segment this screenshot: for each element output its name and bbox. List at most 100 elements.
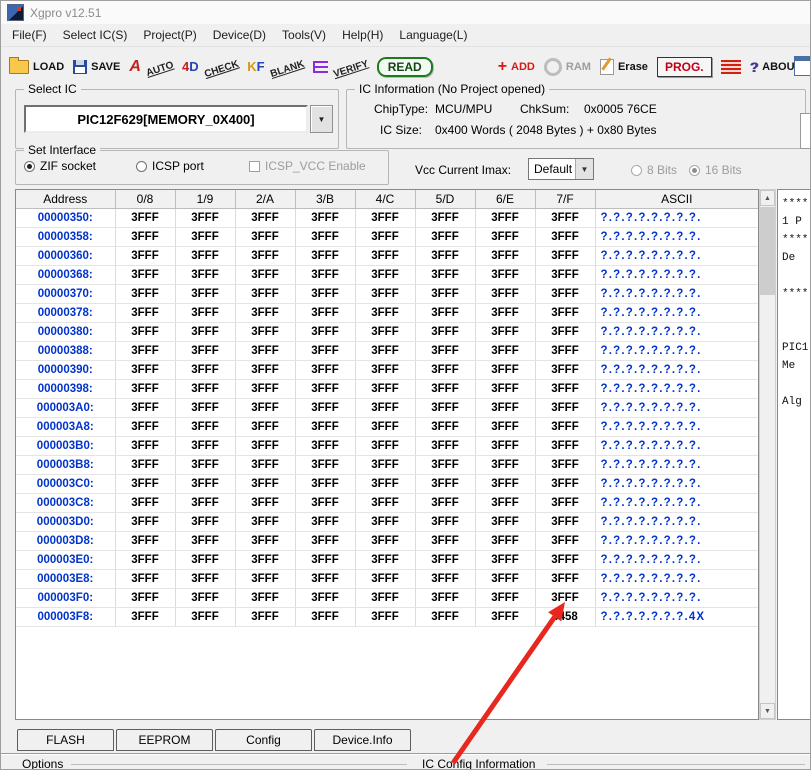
hex-col-header[interactable]: 7/F [535,190,595,209]
data-cell[interactable]: 3FFF [535,323,595,342]
ascii-cell[interactable]: ?.?.?.?.?.?.?.4X [595,608,758,627]
data-cell[interactable]: 3FFF [235,247,295,266]
bits-16-radio[interactable]: 16 Bits [689,163,742,177]
data-cell[interactable]: 3FFF [295,209,355,228]
data-cell[interactable]: 3FFF [535,285,595,304]
vcc-current-select[interactable]: Default ▼ [528,158,594,180]
address-cell[interactable]: 00000380: [16,323,115,342]
data-cell[interactable]: 3FFF [235,532,295,551]
data-cell[interactable]: 3FFF [235,266,295,285]
data-cell[interactable]: 3FFF [235,513,295,532]
data-cell[interactable]: 3FFF [415,456,475,475]
data-cell[interactable]: 3FFF [475,342,535,361]
address-cell[interactable]: 000003B0: [16,437,115,456]
data-cell[interactable]: 3FFF [115,532,175,551]
data-cell[interactable]: 3FFF [295,608,355,627]
data-cell[interactable]: 3FFF [175,608,235,627]
tab-flash[interactable]: FLASH [17,729,114,751]
data-cell[interactable]: 3FFF [295,399,355,418]
data-cell[interactable]: 3458 [535,608,595,627]
address-cell[interactable]: 000003C0: [16,475,115,494]
vcc-dropdown-button[interactable]: ▼ [575,159,593,179]
data-cell[interactable]: 3FFF [175,475,235,494]
data-cell[interactable]: 3FFF [355,589,415,608]
data-cell[interactable]: 3FFF [175,323,235,342]
read-button[interactable]: READ [377,57,433,77]
prog-button[interactable]: PROG. [657,57,712,77]
data-cell[interactable]: 3FFF [415,532,475,551]
data-cell[interactable]: 3FFF [175,209,235,228]
data-cell[interactable]: 3FFF [295,266,355,285]
ic-combo-dropdown-button[interactable]: ▼ [310,105,333,133]
icsp-vcc-enable-checkbox[interactable]: ICSP_VCC Enable [249,159,366,173]
data-cell[interactable]: 3FFF [235,456,295,475]
data-cell[interactable]: 3FFF [175,266,235,285]
data-cell[interactable]: 3FFF [475,418,535,437]
bits-8-radio[interactable]: 8 Bits [631,163,677,177]
ascii-cell[interactable]: ?.?.?.?.?.?.?.?. [595,361,758,380]
data-cell[interactable]: 3FFF [175,513,235,532]
data-cell[interactable]: 3FFF [175,437,235,456]
ascii-cell[interactable]: ?.?.?.?.?.?.?.?. [595,399,758,418]
address-cell[interactable]: 00000370: [16,285,115,304]
address-cell[interactable]: 000003B8: [16,456,115,475]
menu-item-select-ic[interactable]: Select IC(S) [55,25,136,45]
data-cell[interactable]: 3FFF [175,228,235,247]
data-cell[interactable]: 3FFF [295,361,355,380]
data-cell[interactable]: 3FFF [355,532,415,551]
data-cell[interactable]: 3FFF [355,608,415,627]
data-cell[interactable]: 3FFF [535,437,595,456]
tab-eeprom[interactable]: EEPROM [116,729,213,751]
data-cell[interactable]: 3FFF [235,589,295,608]
menu-item-project[interactable]: Project(P) [135,25,204,45]
data-cell[interactable]: 3FFF [415,437,475,456]
data-cell[interactable]: 3FFF [475,304,535,323]
address-cell[interactable]: 000003F0: [16,589,115,608]
data-cell[interactable]: 3FFF [175,494,235,513]
data-cell[interactable]: 3FFF [175,418,235,437]
data-cell[interactable]: 3FFF [535,399,595,418]
data-cell[interactable]: 3FFF [115,551,175,570]
data-cell[interactable]: 3FFF [235,285,295,304]
address-cell[interactable]: 00000350: [16,209,115,228]
data-cell[interactable]: 3FFF [415,247,475,266]
data-cell[interactable]: 3FFF [415,266,475,285]
selected-ic-combo[interactable]: PIC12F629[MEMORY_0X400] [24,105,308,133]
data-cell[interactable]: 3FFF [115,570,175,589]
data-cell[interactable]: 3FFF [175,551,235,570]
data-cell[interactable]: 3FFF [475,209,535,228]
erase-button[interactable]: Erase [600,59,648,75]
data-cell[interactable]: 3FFF [235,228,295,247]
data-cell[interactable]: 3FFF [175,570,235,589]
data-cell[interactable]: 3FFF [295,475,355,494]
data-cell[interactable]: 3FFF [115,342,175,361]
data-cell[interactable]: 3FFF [355,209,415,228]
data-cell[interactable]: 3FFF [235,437,295,456]
data-cell[interactable]: 3FFF [115,475,175,494]
data-cell[interactable]: 3FFF [535,361,595,380]
address-cell[interactable]: 00000390: [16,361,115,380]
menu-item-file[interactable]: File(F) [4,25,55,45]
data-cell[interactable]: 3FFF [235,342,295,361]
data-cell[interactable]: 3FFF [415,209,475,228]
hex-col-header[interactable]: 0/8 [115,190,175,209]
save-button[interactable]: SAVE [73,60,120,74]
data-cell[interactable]: 3FFF [115,380,175,399]
address-cell[interactable]: 000003D8: [16,532,115,551]
data-cell[interactable]: 3FFF [355,266,415,285]
data-cell[interactable]: 3FFF [175,304,235,323]
data-cell[interactable]: 3FFF [415,589,475,608]
data-cell[interactable]: 3FFF [115,266,175,285]
data-cell[interactable]: 3FFF [175,399,235,418]
data-cell[interactable]: 3FFF [535,513,595,532]
data-cell[interactable]: 3FFF [235,380,295,399]
data-cell[interactable]: 3FFF [535,494,595,513]
data-cell[interactable]: 3FFF [115,323,175,342]
address-cell[interactable]: 000003A0: [16,399,115,418]
data-cell[interactable]: 3FFF [475,247,535,266]
data-cell[interactable]: 3FFF [355,361,415,380]
data-cell[interactable]: 3FFF [535,418,595,437]
data-cell[interactable]: 3FFF [295,589,355,608]
tab-device-info[interactable]: Device.Info [314,729,411,751]
data-cell[interactable]: 3FFF [415,399,475,418]
